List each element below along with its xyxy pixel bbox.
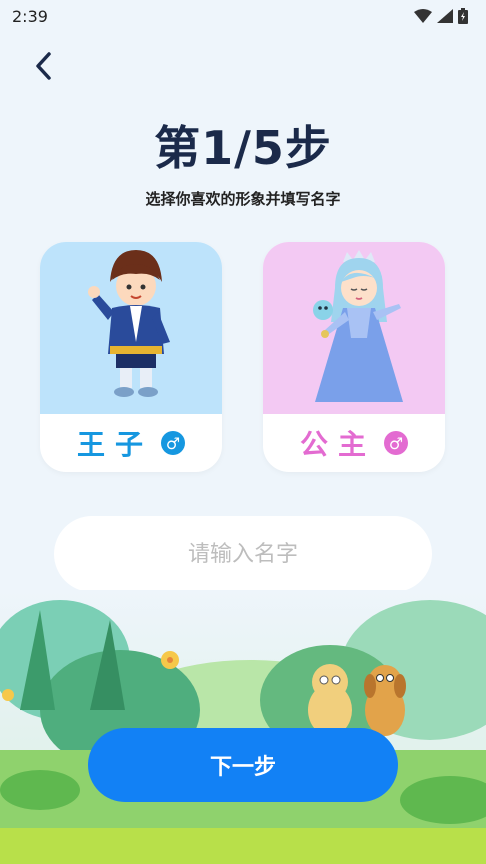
status-bar: 2:39 [0,0,486,32]
card-label-row: 王子 ♂ [40,414,222,472]
card-label: 公主 [299,428,376,461]
status-time: 2:39 [12,6,48,26]
male-icon: ♂ [384,431,408,455]
next-step-button[interactable]: 下一步 [88,728,398,802]
name-input[interactable] [83,541,403,567]
battery-icon [458,8,468,24]
princess-image [263,242,445,414]
name-input-container[interactable] [54,516,432,592]
status-icons [414,8,468,24]
page-subtitle: 选择你喜欢的形象并填写名字 [145,190,341,208]
prince-image [40,242,222,414]
signal-icon [437,9,453,23]
avatar-card-princess[interactable]: 公主 ♂ [263,242,445,472]
chevron-left-icon [36,52,51,80]
garden-background [0,590,486,864]
page-title: 第1/5步 [154,121,332,175]
card-label: 王子 [76,428,153,461]
avatar-card-prince[interactable]: 王子 ♂ [40,242,222,472]
back-button[interactable] [26,48,62,84]
male-icon: ♂ [161,431,185,455]
card-label-row: 公主 ♂ [263,414,445,472]
wifi-icon [414,9,432,23]
